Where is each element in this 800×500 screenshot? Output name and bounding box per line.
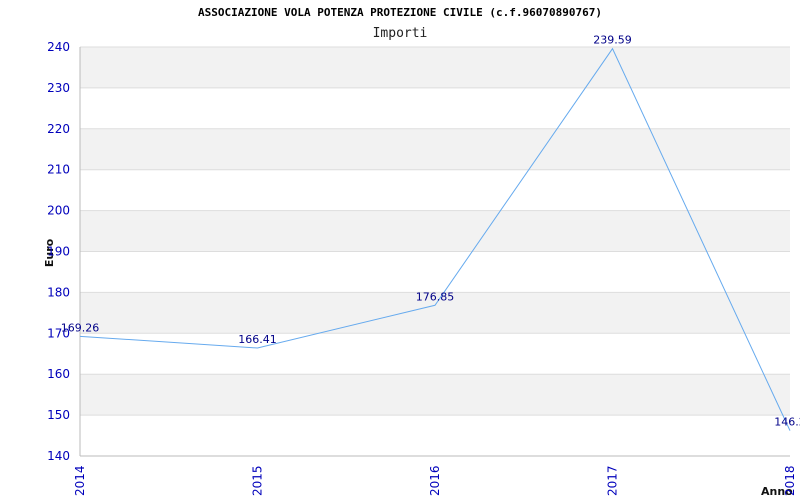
y-tick-label: 140 — [47, 449, 70, 463]
grid-band — [80, 210, 790, 252]
y-tick-label: 190 — [47, 245, 70, 259]
data-label: 239.59 — [593, 34, 632, 47]
y-tick-label: 150 — [47, 408, 70, 422]
y-tick-label: 200 — [47, 204, 70, 218]
x-tick-labels: 2014 2015 2016 2017 2018 — [73, 465, 797, 496]
y-tick-label: 230 — [47, 81, 70, 95]
grid-band — [80, 333, 790, 375]
x-tick-label: 2018 — [783, 465, 797, 496]
data-label: 146.2 — [774, 416, 800, 429]
x-tick-label: 2016 — [428, 465, 442, 496]
chart-title: ASSOCIAZIONE VOLA POTENZA PROTEZIONE CIV… — [198, 6, 602, 19]
y-tick-label: 210 — [47, 163, 70, 177]
y-tick-label: 240 — [47, 40, 70, 54]
x-tick-label: 2014 — [73, 465, 87, 496]
y-tick-labels: 140150160170180190200210220230240 — [47, 40, 70, 463]
y-tick-label: 160 — [47, 367, 70, 381]
grid-band — [80, 128, 790, 170]
grid-band — [80, 415, 790, 456]
grid-band — [80, 87, 790, 129]
y-tick-label: 220 — [47, 122, 70, 136]
grid-band — [80, 251, 790, 293]
data-label: 169.26 — [61, 321, 100, 334]
chart-subtitle: Importi — [373, 26, 428, 41]
grid-band — [80, 169, 790, 211]
grid-band — [80, 47, 790, 88]
data-label: 166.41 — [238, 333, 277, 346]
data-label: 176.85 — [416, 290, 455, 303]
y-tick-label: 180 — [47, 285, 70, 299]
x-tick-label: 2015 — [251, 465, 265, 496]
x-tick-label: 2017 — [606, 465, 620, 496]
line-chart: ASSOCIAZIONE VOLA POTENZA PROTEZIONE CIV… — [43, 6, 800, 498]
grid-band — [80, 374, 790, 416]
